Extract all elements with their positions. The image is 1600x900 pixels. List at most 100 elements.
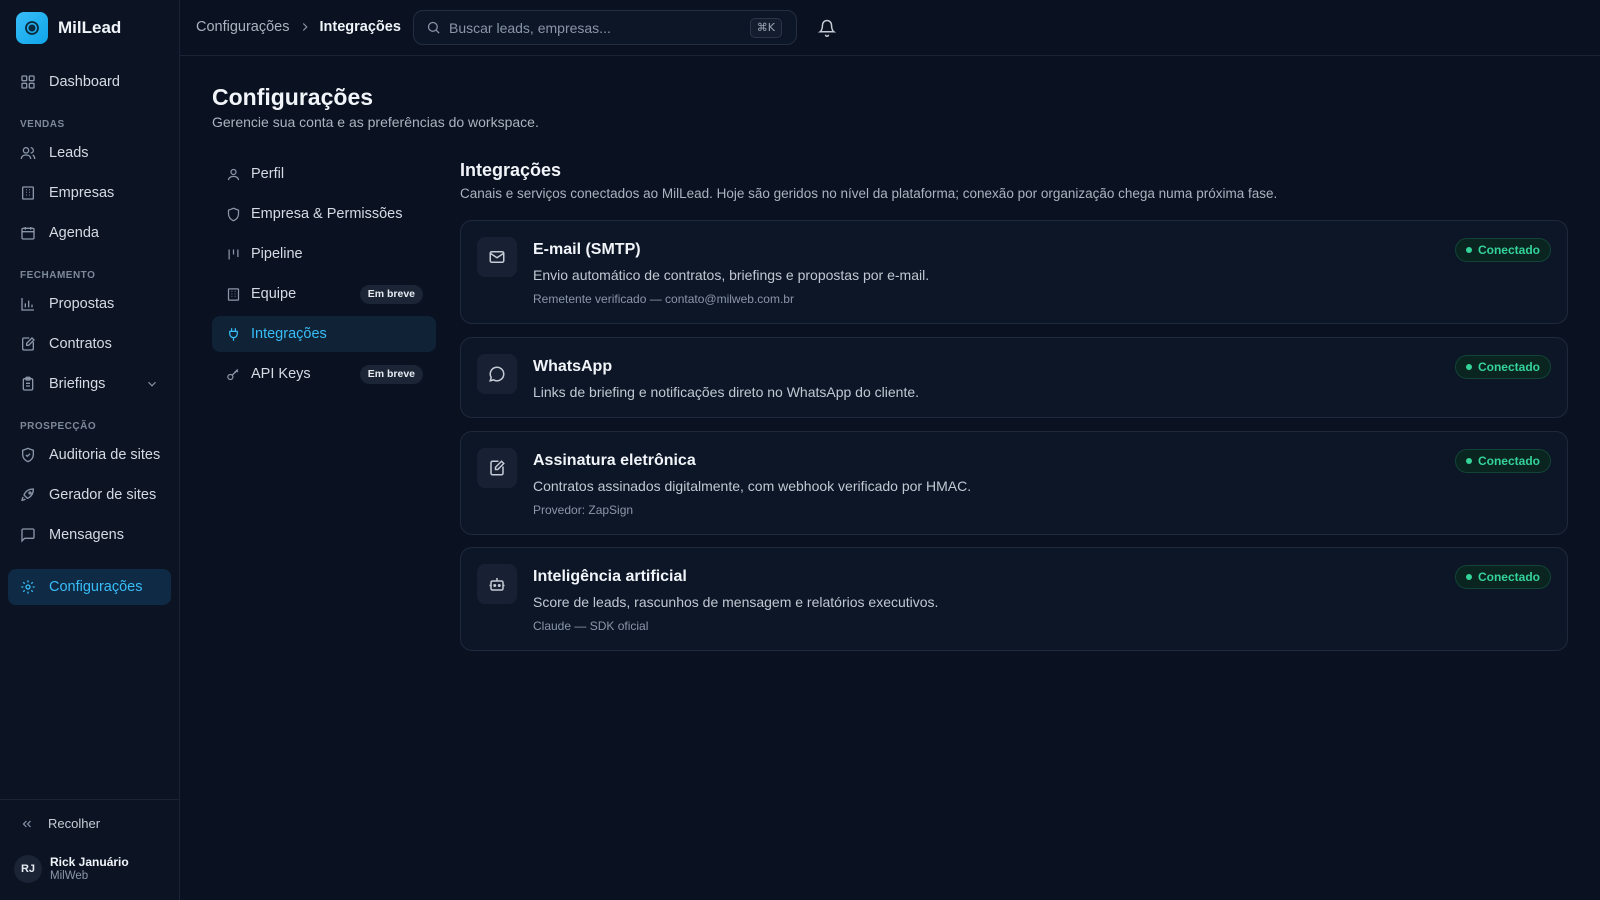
- sidebar-item-label: Gerador de sites: [49, 487, 157, 503]
- card-meta: Provedor: ZapSign: [533, 503, 634, 517]
- card-meta: Remetente verificado — contato@milweb.co…: [533, 292, 794, 306]
- topbar: Configurações Integrações ⌘K: [180, 0, 1600, 56]
- mail-icon: [477, 237, 517, 277]
- card-description: Links de briefing e notificações direto …: [533, 384, 920, 400]
- settings-item-label: Integrações: [251, 326, 327, 342]
- shortcut-badge: ⌘K: [749, 18, 782, 38]
- integrations-subtitle: Canais e serviços conectados ao MilLead.…: [460, 186, 1278, 201]
- sidebar-item-label: Agenda: [49, 225, 99, 241]
- sidebar-item-agenda[interactable]: Agenda: [8, 215, 171, 251]
- building-icon: [22, 186, 34, 200]
- breadcrumb-item-integracoes: Integrações: [319, 19, 401, 35]
- section-label-fechamento: FECHAMENTO: [20, 270, 96, 281]
- breadcrumb: Configurações Integrações: [196, 19, 401, 35]
- sidebar-item-auditoria[interactable]: Auditoria de sites: [8, 437, 171, 473]
- bot-icon: [477, 564, 517, 604]
- calendar-icon: [21, 227, 35, 240]
- collapse-label: Recolher: [48, 816, 101, 831]
- settings-item-label: Pipeline: [251, 246, 303, 262]
- sidebar: MilLead Dashboard VENDAS Leads Empresas …: [0, 0, 180, 900]
- file-edit-icon: [22, 337, 35, 351]
- section-label-prospeccao: PROSPECÇÃO: [20, 421, 97, 432]
- sidebar-item-label: Auditoria de sites: [49, 447, 161, 463]
- sidebar-item-label: Dashboard: [49, 74, 120, 90]
- soon-badge: Em breve: [359, 365, 423, 384]
- page-title: Configurações: [212, 84, 374, 110]
- sidebar-item-label: Contratos: [49, 336, 112, 352]
- bell-icon[interactable]: [818, 19, 836, 37]
- columns-icon: [228, 249, 239, 259]
- card-description: Contratos assinados digitalmente, com we…: [533, 478, 972, 494]
- status-badge: Conectado: [1454, 355, 1551, 379]
- search-input[interactable]: [449, 19, 749, 36]
- user-profile[interactable]: RJ Rick Januário MilWeb: [14, 855, 129, 883]
- collapse-button[interactable]: Recolher: [20, 816, 100, 831]
- integration-card-assinatura[interactable]: Assinatura eletrônica Contratos assinado…: [460, 431, 1568, 535]
- user-icon: [227, 168, 240, 180]
- sidebar-item-empresas[interactable]: Empresas: [8, 175, 171, 211]
- message-square-icon: [21, 528, 35, 543]
- settings-item-label: Perfil: [251, 166, 285, 182]
- sidebar-item-leads[interactable]: Leads: [8, 135, 171, 171]
- settings-item-empresa[interactable]: Empresa & Permissões: [212, 196, 436, 232]
- sidebar-item-label: Empresas: [49, 185, 115, 201]
- breadcrumb-item-configuracoes[interactable]: Configurações: [196, 19, 290, 35]
- status-badge: Conectado: [1454, 565, 1551, 589]
- grid-icon: [21, 75, 35, 89]
- user-org: MilWeb: [50, 870, 89, 882]
- sidebar-item-briefings[interactable]: Briefings: [8, 366, 171, 402]
- card-title: Assinatura eletrônica: [533, 452, 696, 469]
- shield-check-icon: [22, 447, 34, 463]
- avatar: RJ: [14, 855, 42, 883]
- card-title: WhatsApp: [533, 358, 613, 375]
- signature-icon: [477, 448, 517, 488]
- sidebar-item-contratos[interactable]: Contratos: [8, 326, 171, 362]
- chat-icon: [477, 354, 517, 394]
- search-bar[interactable]: ⌘K: [413, 10, 797, 45]
- integrations-title: Integrações: [460, 160, 562, 180]
- chevron-right-icon: [302, 23, 308, 31]
- settings-item-perfil[interactable]: Perfil: [212, 156, 436, 192]
- card-title: E-mail (SMTP): [533, 241, 641, 258]
- brand[interactable]: MilLead: [16, 12, 121, 44]
- integration-card-ia[interactable]: Inteligência artificial Score de leads, …: [460, 547, 1568, 651]
- building-icon: [227, 287, 240, 301]
- sidebar-item-label: Briefings: [49, 376, 106, 392]
- settings-item-integracoes[interactable]: Integrações: [212, 316, 436, 352]
- sidebar-item-gerador[interactable]: Gerador de sites: [8, 477, 171, 513]
- page-subtitle: Gerencie sua conta e as preferências do …: [212, 114, 539, 130]
- settings-item-pipeline[interactable]: Pipeline: [212, 236, 436, 272]
- sidebar-item-mensagens[interactable]: Mensagens: [8, 517, 171, 553]
- user-name: Rick Januário: [50, 855, 129, 869]
- chevron-down-icon[interactable]: [145, 377, 159, 391]
- gear-icon: [21, 580, 35, 594]
- chevrons-left-icon: [22, 820, 31, 827]
- plug-icon: [229, 327, 238, 341]
- integration-card-whatsapp[interactable]: WhatsApp Links de briefing e notificaçõe…: [460, 337, 1568, 418]
- settings-item-label: API Keys: [251, 366, 311, 382]
- card-meta: Claude — SDK oficial: [533, 619, 649, 633]
- users-icon: [20, 147, 36, 160]
- sidebar-item-propostas[interactable]: Propostas: [8, 286, 171, 322]
- status-badge: Conectado: [1454, 449, 1551, 473]
- integration-card-email[interactable]: E-mail (SMTP) Envio automático de contra…: [460, 220, 1568, 324]
- shield-icon: [227, 207, 240, 221]
- bar-chart-icon: [21, 298, 34, 311]
- sidebar-divider: [0, 799, 179, 800]
- settings-item-equipe[interactable]: Equipe Em breve: [212, 276, 436, 312]
- brand-name: MilLead: [58, 18, 122, 37]
- settings-item-api-keys[interactable]: API Keys Em breve: [212, 356, 436, 392]
- sidebar-item-configuracoes[interactable]: Configurações: [8, 569, 171, 605]
- card-description: Envio automático de contratos, briefings…: [533, 267, 930, 283]
- status-badge: Conectado: [1454, 238, 1551, 262]
- card-description: Score de leads, rascunhos de mensagem e …: [533, 594, 939, 610]
- search-icon: [427, 21, 440, 34]
- sidebar-item-dashboard[interactable]: Dashboard: [8, 64, 171, 100]
- section-label-vendas: VENDAS: [20, 119, 65, 130]
- sidebar-item-label: Configurações: [49, 579, 143, 595]
- settings-item-label: Empresa & Permissões: [251, 206, 403, 222]
- soon-badge: Em breve: [359, 285, 423, 304]
- key-icon: [227, 368, 239, 380]
- sidebar-item-label: Mensagens: [49, 527, 124, 543]
- logo-icon: [16, 12, 48, 44]
